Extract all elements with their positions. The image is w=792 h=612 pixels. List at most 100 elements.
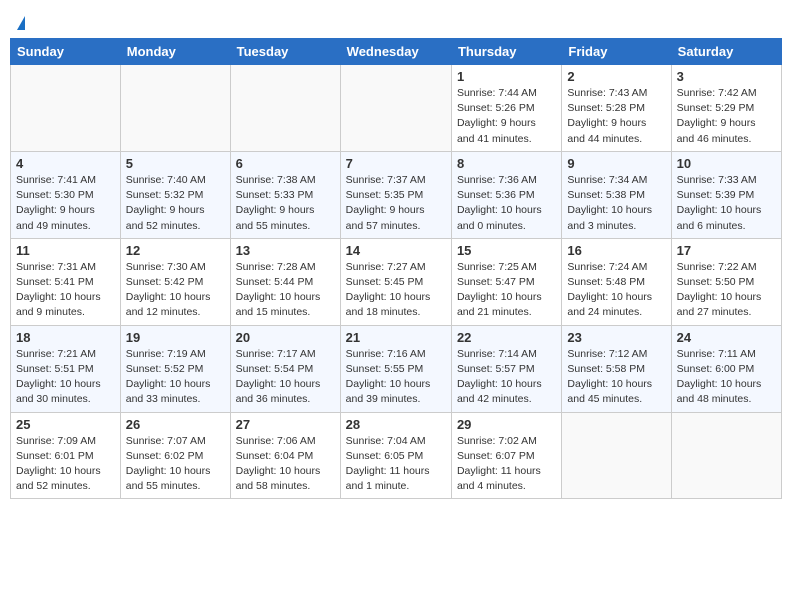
calendar-week-row: 4 Sunrise: 7:41 AMSunset: 5:30 PMDaylight…: [11, 151, 782, 238]
day-info: Sunrise: 7:02 AMSunset: 6:07 PMDaylight:…: [457, 434, 556, 495]
day-info: Sunrise: 7:25 AMSunset: 5:47 PMDaylight:…: [457, 260, 556, 321]
day-info: Sunrise: 7:06 AMSunset: 6:04 PMDaylight:…: [236, 434, 335, 495]
calendar-cell: 28 Sunrise: 7:04 AMSunset: 6:05 PMDayligh…: [340, 412, 451, 499]
calendar-cell: 19 Sunrise: 7:19 AMSunset: 5:52 PMDayligh…: [120, 325, 230, 412]
header-cell-thursday: Thursday: [451, 39, 561, 65]
day-info: Sunrise: 7:31 AMSunset: 5:41 PMDaylight:…: [16, 260, 115, 321]
day-number: 2: [567, 69, 665, 84]
day-info: Sunrise: 7:09 AMSunset: 6:01 PMDaylight:…: [16, 434, 115, 495]
day-number: 12: [126, 243, 225, 258]
calendar-cell: [11, 65, 121, 152]
calendar-cell: 11 Sunrise: 7:31 AMSunset: 5:41 PMDayligh…: [11, 238, 121, 325]
day-info: Sunrise: 7:11 AMSunset: 6:00 PMDaylight:…: [677, 347, 776, 408]
day-number: 7: [346, 156, 446, 171]
calendar-week-row: 18Sunrise: 7:21 AMSunset: 5:51 PMDayligh…: [11, 325, 782, 412]
header-cell-sunday: Sunday: [11, 39, 121, 65]
calendar-cell: 29 Sunrise: 7:02 AMSunset: 6:07 PMDayligh…: [451, 412, 561, 499]
day-number: 21: [346, 330, 446, 345]
logo-triangle-icon: [17, 16, 25, 30]
calendar-cell: [120, 65, 230, 152]
calendar-cell: 4 Sunrise: 7:41 AMSunset: 5:30 PMDaylight…: [11, 151, 121, 238]
day-number: 27: [236, 417, 335, 432]
calendar-cell: 3 Sunrise: 7:42 AMSunset: 5:29 PMDaylight…: [671, 65, 781, 152]
day-info: Sunrise: 7:41 AMSunset: 5:30 PMDaylight:…: [16, 173, 115, 234]
day-number: 3: [677, 69, 776, 84]
day-info: Sunrise: 7:33 AMSunset: 5:39 PMDaylight:…: [677, 173, 776, 234]
day-info: Sunrise: 7:07 AMSunset: 6:02 PMDaylight:…: [126, 434, 225, 495]
calendar-week-row: 11 Sunrise: 7:31 AMSunset: 5:41 PMDayligh…: [11, 238, 782, 325]
calendar-cell: 10Sunrise: 7:33 AMSunset: 5:39 PMDayligh…: [671, 151, 781, 238]
calendar-cell: [562, 412, 671, 499]
calendar-cell: 23 Sunrise: 7:12 AMSunset: 5:58 PMDayligh…: [562, 325, 671, 412]
day-number: 1: [457, 69, 556, 84]
day-number: 28: [346, 417, 446, 432]
day-number: 15: [457, 243, 556, 258]
day-number: 24: [677, 330, 776, 345]
day-number: 6: [236, 156, 335, 171]
header-cell-friday: Friday: [562, 39, 671, 65]
calendar-week-row: 1 Sunrise: 7:44 AMSunset: 5:26 PMDaylight…: [11, 65, 782, 152]
day-info: Sunrise: 7:22 AMSunset: 5:50 PMDaylight:…: [677, 260, 776, 321]
calendar-cell: 2 Sunrise: 7:43 AMSunset: 5:28 PMDaylight…: [562, 65, 671, 152]
day-info: Sunrise: 7:27 AMSunset: 5:45 PMDaylight:…: [346, 260, 446, 321]
day-number: 16: [567, 243, 665, 258]
calendar-cell: 14Sunrise: 7:27 AMSunset: 5:45 PMDayligh…: [340, 238, 451, 325]
calendar-cell: 7 Sunrise: 7:37 AMSunset: 5:35 PMDaylight…: [340, 151, 451, 238]
header-cell-saturday: Saturday: [671, 39, 781, 65]
day-number: 22: [457, 330, 556, 345]
day-info: Sunrise: 7:43 AMSunset: 5:28 PMDaylight:…: [567, 86, 665, 147]
day-info: Sunrise: 7:12 AMSunset: 5:58 PMDaylight:…: [567, 347, 665, 408]
calendar-cell: 26 Sunrise: 7:07 AMSunset: 6:02 PMDayligh…: [120, 412, 230, 499]
day-info: Sunrise: 7:17 AMSunset: 5:54 PMDaylight:…: [236, 347, 335, 408]
header-cell-monday: Monday: [120, 39, 230, 65]
day-number: 19: [126, 330, 225, 345]
calendar-cell: 20 Sunrise: 7:17 AMSunset: 5:54 PMDayligh…: [230, 325, 340, 412]
page-header: [10, 10, 782, 30]
calendar-cell: 12 Sunrise: 7:30 AMSunset: 5:42 PMDayligh…: [120, 238, 230, 325]
calendar-cell: 22Sunrise: 7:14 AMSunset: 5:57 PMDayligh…: [451, 325, 561, 412]
day-info: Sunrise: 7:36 AMSunset: 5:36 PMDaylight:…: [457, 173, 556, 234]
calendar-week-row: 25 Sunrise: 7:09 AMSunset: 6:01 PMDayligh…: [11, 412, 782, 499]
header-cell-tuesday: Tuesday: [230, 39, 340, 65]
day-number: 5: [126, 156, 225, 171]
calendar-cell: 15 Sunrise: 7:25 AMSunset: 5:47 PMDayligh…: [451, 238, 561, 325]
header-cell-wednesday: Wednesday: [340, 39, 451, 65]
day-info: Sunrise: 7:21 AMSunset: 5:51 PMDaylight:…: [16, 347, 115, 408]
day-info: Sunrise: 7:28 AMSunset: 5:44 PMDaylight:…: [236, 260, 335, 321]
calendar-cell: 8 Sunrise: 7:36 AMSunset: 5:36 PMDaylight…: [451, 151, 561, 238]
calendar-cell: 16Sunrise: 7:24 AMSunset: 5:48 PMDayligh…: [562, 238, 671, 325]
day-info: Sunrise: 7:04 AMSunset: 6:05 PMDaylight:…: [346, 434, 446, 495]
day-info: Sunrise: 7:40 AMSunset: 5:32 PMDaylight:…: [126, 173, 225, 234]
day-info: Sunrise: 7:42 AMSunset: 5:29 PMDaylight:…: [677, 86, 776, 147]
day-info: Sunrise: 7:38 AMSunset: 5:33 PMDaylight:…: [236, 173, 335, 234]
day-info: Sunrise: 7:30 AMSunset: 5:42 PMDaylight:…: [126, 260, 225, 321]
calendar-cell: 5 Sunrise: 7:40 AMSunset: 5:32 PMDaylight…: [120, 151, 230, 238]
calendar-cell: [671, 412, 781, 499]
calendar-cell: 18Sunrise: 7:21 AMSunset: 5:51 PMDayligh…: [11, 325, 121, 412]
day-number: 8: [457, 156, 556, 171]
day-number: 9: [567, 156, 665, 171]
logo: [14, 16, 25, 30]
day-number: 25: [16, 417, 115, 432]
day-number: 11: [16, 243, 115, 258]
calendar-table: SundayMondayTuesdayWednesdayThursdayFrid…: [10, 38, 782, 499]
calendar-cell: 6 Sunrise: 7:38 AMSunset: 5:33 PMDaylight…: [230, 151, 340, 238]
day-number: 26: [126, 417, 225, 432]
calendar-cell: 9 Sunrise: 7:34 AMSunset: 5:38 PMDaylight…: [562, 151, 671, 238]
calendar-cell: 13Sunrise: 7:28 AMSunset: 5:44 PMDayligh…: [230, 238, 340, 325]
day-number: 20: [236, 330, 335, 345]
day-number: 17: [677, 243, 776, 258]
day-info: Sunrise: 7:37 AMSunset: 5:35 PMDaylight:…: [346, 173, 446, 234]
day-info: Sunrise: 7:16 AMSunset: 5:55 PMDaylight:…: [346, 347, 446, 408]
calendar-cell: 25 Sunrise: 7:09 AMSunset: 6:01 PMDayligh…: [11, 412, 121, 499]
day-info: Sunrise: 7:34 AMSunset: 5:38 PMDaylight:…: [567, 173, 665, 234]
calendar-cell: 1 Sunrise: 7:44 AMSunset: 5:26 PMDaylight…: [451, 65, 561, 152]
day-number: 4: [16, 156, 115, 171]
calendar-cell: 21 Sunrise: 7:16 AMSunset: 5:55 PMDayligh…: [340, 325, 451, 412]
calendar-cell: [230, 65, 340, 152]
calendar-header-row: SundayMondayTuesdayWednesdayThursdayFrid…: [11, 39, 782, 65]
day-info: Sunrise: 7:44 AMSunset: 5:26 PMDaylight:…: [457, 86, 556, 147]
day-number: 23: [567, 330, 665, 345]
day-number: 29: [457, 417, 556, 432]
day-info: Sunrise: 7:19 AMSunset: 5:52 PMDaylight:…: [126, 347, 225, 408]
